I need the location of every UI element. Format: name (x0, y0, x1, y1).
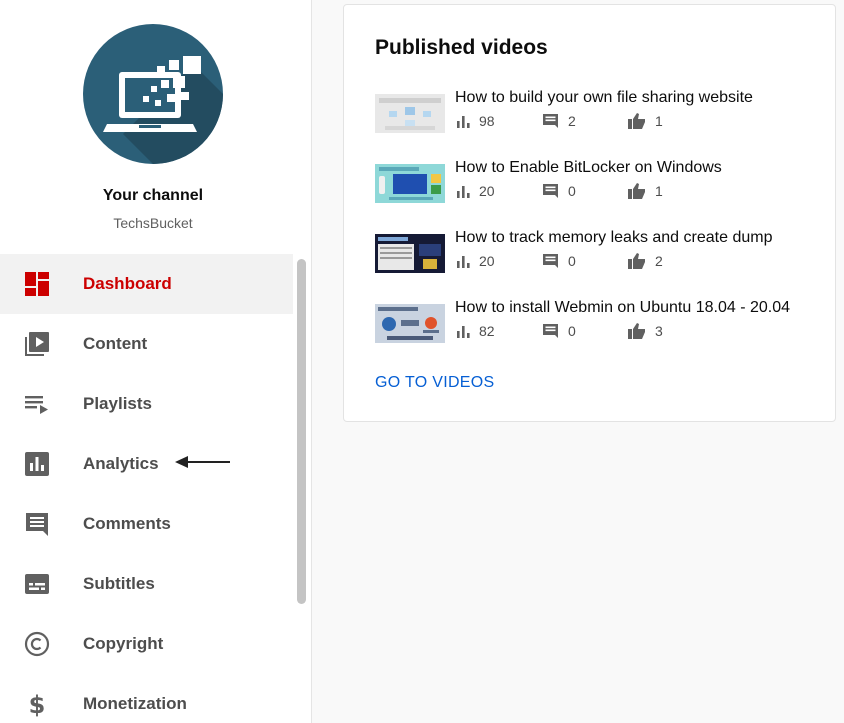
likes-count: 1 (655, 113, 663, 129)
published-videos-card: Published videos How to build your own f… (343, 4, 836, 422)
thumbnail-image-icon (375, 234, 445, 273)
sidebar-item-analytics[interactable]: Analytics (0, 434, 293, 494)
views-stat: 82 (457, 321, 495, 341)
views-stat: 98 (457, 111, 495, 131)
video-thumbnail[interactable] (375, 94, 445, 133)
sidebar-item-comments[interactable]: Comments (0, 494, 293, 554)
channel-title: Your channel (102, 187, 204, 204)
views-stat: 20 (457, 251, 495, 271)
sidebar-nav: Dashboard Content Playlists Analytics Co… (0, 254, 293, 723)
sidebar-item-subtitles[interactable]: Subtitles (0, 554, 293, 614)
svg-text:$: $ (29, 691, 46, 717)
sidebar-item-label: Dashboard (83, 274, 172, 293)
video-item[interactable]: How to Enable BitLocker on Windows 20 0 … (375, 159, 815, 224)
sidebar-item-content[interactable]: Content (0, 314, 293, 374)
video-title[interactable]: How to install Webmin on Ubuntu 18.04 - … (455, 299, 790, 317)
video-title[interactable]: How to Enable BitLocker on Windows (455, 159, 722, 177)
comments-count: 0 (568, 323, 576, 339)
views-bar-icon (457, 115, 470, 128)
laptop-logo-icon (103, 56, 223, 164)
views-count: 20 (479, 253, 495, 269)
views-bar-icon (457, 185, 470, 198)
sidebar-item-label: Analytics (83, 454, 159, 473)
video-item[interactable]: How to build your own file sharing websi… (375, 89, 815, 154)
sidebar-item-label: Playlists (83, 394, 152, 413)
sidebar-item-dashboard[interactable]: Dashboard (0, 254, 293, 314)
views-bar-icon (457, 325, 470, 338)
monetization-icon: $ (29, 691, 46, 717)
comments-icon (26, 513, 48, 536)
sidebar-item-playlists[interactable]: Playlists (0, 374, 293, 434)
video-thumbnail[interactable] (375, 304, 445, 343)
comments-count: 0 (568, 253, 576, 269)
thumbnail-image-icon (375, 304, 445, 343)
comment-icon (543, 324, 558, 338)
likes-stat: 1 (628, 181, 663, 201)
channel-avatar[interactable] (83, 24, 223, 164)
copyright-icon (24, 631, 50, 657)
playlists-icon (25, 396, 48, 414)
go-to-videos-link[interactable]: GO TO VIDEOS (375, 374, 494, 392)
likes-stat: 1 (628, 111, 663, 131)
video-item[interactable]: How to install Webmin on Ubuntu 18.04 - … (375, 299, 815, 364)
thumbs-up-icon (628, 113, 645, 129)
sidebar-scrollbar[interactable] (297, 259, 306, 604)
thumbnail-image-icon (375, 164, 445, 203)
views-count: 82 (479, 323, 495, 339)
pointer-arrow-icon (175, 456, 230, 468)
comment-icon (543, 184, 558, 198)
video-item[interactable]: How to track memory leaks and create dum… (375, 229, 815, 294)
sidebar-item-label: Content (83, 334, 148, 353)
views-bar-icon (457, 255, 470, 268)
video-thumbnail[interactable] (375, 234, 445, 273)
comment-icon (543, 114, 558, 128)
comments-stat: 0 (542, 321, 576, 341)
thumbs-up-icon (628, 253, 645, 269)
video-title[interactable]: How to build your own file sharing websi… (455, 89, 753, 107)
comments-stat: 0 (542, 181, 576, 201)
likes-stat: 3 (628, 321, 663, 341)
sidebar: Your channel TechsBucket Dashboard Conte… (0, 0, 312, 723)
video-title[interactable]: How to track memory leaks and create dum… (455, 229, 772, 247)
content-icon (25, 332, 49, 356)
views-stat: 20 (457, 181, 495, 201)
likes-count: 3 (655, 323, 663, 339)
likes-stat: 2 (628, 251, 663, 271)
comment-icon (543, 254, 558, 268)
views-count: 20 (479, 183, 495, 199)
subtitles-icon (25, 574, 49, 594)
dashboard-icon (25, 272, 49, 296)
comments-stat: 0 (542, 251, 576, 271)
analytics-icon (25, 452, 49, 476)
sidebar-item-label: Comments (83, 514, 171, 533)
sidebar-item-monetization[interactable]: $ Monetization (0, 674, 293, 723)
comments-count: 2 (568, 113, 576, 129)
video-thumbnail[interactable] (375, 164, 445, 203)
sidebar-item-copyright[interactable]: Copyright (0, 614, 293, 674)
likes-count: 2 (655, 253, 663, 269)
views-count: 98 (479, 113, 495, 129)
sidebar-item-label: Monetization (83, 694, 187, 713)
channel-name[interactable]: TechsBucket (0, 215, 306, 231)
thumbs-up-icon (628, 183, 645, 199)
card-title: Published videos (375, 36, 548, 59)
comments-stat: 2 (542, 111, 576, 131)
sidebar-item-label: Subtitles (83, 574, 155, 593)
sidebar-item-label: Copyright (83, 634, 164, 653)
thumbnail-image-icon (375, 94, 445, 133)
thumbs-up-icon (628, 323, 645, 339)
comments-count: 0 (568, 183, 576, 199)
likes-count: 1 (655, 183, 663, 199)
